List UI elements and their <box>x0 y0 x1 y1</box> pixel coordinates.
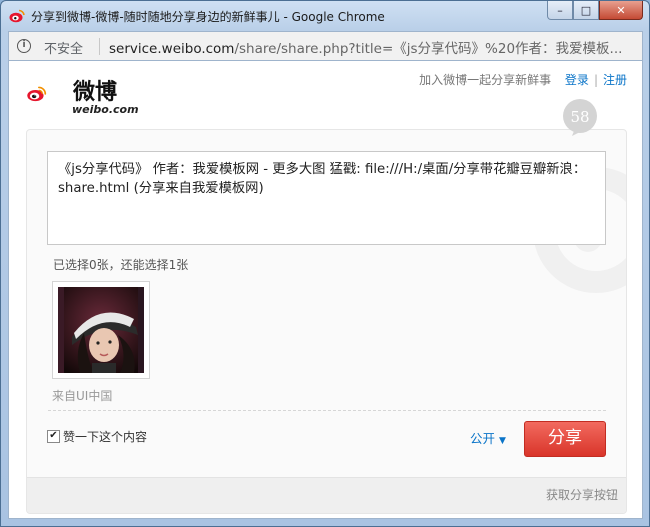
brand-name: 微博 <box>73 79 118 105</box>
address-bar[interactable]: i 不安全 service.weibo.com/share/share.php?… <box>8 31 643 61</box>
dashed-divider <box>48 410 606 411</box>
brand-domain: weibo.com <box>72 103 139 116</box>
page-content: 微博 weibo.com 加入微博一起分享新鲜事 登录 | 注册 《js分享代码》 … <box>8 61 643 519</box>
visibility-label: 公开 <box>470 431 496 446</box>
weibo-favicon-icon <box>9 9 25 23</box>
url-host: service.weibo.com <box>109 41 235 57</box>
get-share-button-link[interactable]: 获取分享按钮 <box>546 486 618 503</box>
char-counter-bubble: 58 <box>560 98 600 136</box>
window-title: 分享到微博-微博-随时随地分享身边的新鲜事儿 - Google Chrome <box>31 10 385 24</box>
like-checkbox[interactable]: ✔ <box>47 430 60 443</box>
login-link[interactable]: 登录 <box>565 73 589 87</box>
share-panel: 《js分享代码》 作者：我爱模板网 - 更多大图 猛戳: file:///H:/… <box>26 129 627 514</box>
share-button[interactable]: 分享 <box>524 421 606 457</box>
panel-footer: 获取分享按钮 <box>27 477 626 513</box>
url-path: /share/share.php?title=《js分享代码》%20作者：我爱模… <box>234 41 623 57</box>
info-icon[interactable]: i <box>17 39 31 53</box>
title-bar[interactable]: 分享到微博-微博-随时随地分享身边的新鲜事儿 - Google Chrome –… <box>1 1 649 31</box>
url-text[interactable]: service.weibo.com/share/share.php?title=… <box>109 37 629 57</box>
image-count-note: 已选择0张，还能选择1张 <box>53 258 189 272</box>
address-divider <box>99 38 100 55</box>
minimize-button[interactable]: – <box>547 1 573 20</box>
window-controls: – □ ✕ <box>547 1 643 21</box>
close-button[interactable]: ✕ <box>599 1 643 20</box>
visibility-dropdown[interactable]: 公开 ▼ <box>470 428 506 447</box>
caret-down-icon: ▼ <box>499 436 506 446</box>
link-separator: | <box>593 73 598 87</box>
remaining-count: 58 <box>570 108 590 126</box>
register-link[interactable]: 注册 <box>603 73 627 87</box>
maximize-button[interactable]: □ <box>573 1 599 20</box>
join-tagline: 加入微博一起分享新鲜事 <box>419 73 552 87</box>
image-thumbnail[interactable] <box>52 281 150 379</box>
browser-window: 分享到微博-微博-随时随地分享身边的新鲜事儿 - Google Chrome –… <box>0 0 650 527</box>
auth-links: 加入微博一起分享新鲜事 登录 | 注册 <box>419 71 627 88</box>
share-text-input[interactable]: 《js分享代码》 作者：我爱模板网 - 更多大图 猛戳: file:///H:/… <box>47 151 606 245</box>
shared-photo <box>58 287 144 373</box>
like-checkbox-label[interactable]: 赞一下这个内容 <box>63 428 147 445</box>
source-note: 来自UI中国 <box>52 389 113 403</box>
security-label[interactable]: 不安全 <box>44 38 83 57</box>
girl-with-hat-photo-icon <box>58 287 144 373</box>
